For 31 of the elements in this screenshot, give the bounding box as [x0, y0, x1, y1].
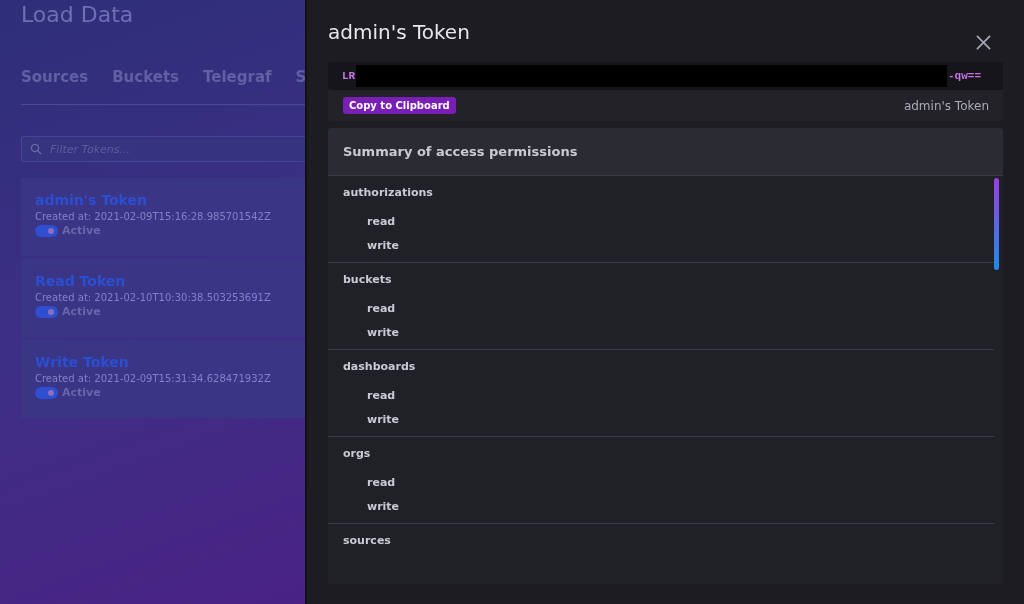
resource-name: authorizations — [343, 186, 434, 201]
created-date: Created at: 2021-02-09T15:16:28.985701542Z — [35, 211, 272, 222]
token-name[interactable]: Write Token — [35, 354, 305, 370]
resource-name: dashboards — [343, 360, 417, 375]
permission-action: write — [366, 238, 401, 254]
toggle-switch[interactable] — [35, 386, 58, 399]
created-date: Created at: 2021-02-10T10:30:38.503253691Z — [35, 292, 272, 303]
permission-action: write — [366, 412, 401, 428]
copy-button[interactable]: Copy to Clipboard — [343, 97, 456, 114]
resource-name: buckets — [343, 273, 393, 288]
resource-name: sources — [343, 534, 392, 549]
toggle-switch[interactable] — [35, 224, 58, 237]
permission-action: read — [366, 475, 397, 491]
toggle-switch[interactable] — [35, 305, 58, 318]
created-date: Created at: 2021-02-09T15:31:34.628471932Z — [35, 373, 272, 384]
token-name[interactable]: Read Token — [35, 273, 305, 289]
token-name[interactable]: admin's Token — [35, 192, 305, 208]
permission-action: read — [366, 214, 397, 230]
close-icon[interactable] — [976, 35, 991, 50]
permission-action: write — [366, 325, 401, 341]
token-text: -qw== — [948, 70, 981, 82]
permission-action: read — [366, 301, 397, 317]
search-icon — [30, 143, 42, 155]
page-title: Load Data — [21, 2, 135, 28]
token-label: admin's Token — [903, 98, 989, 113]
token-text: LR — [342, 70, 356, 82]
permission-action: read — [366, 388, 397, 404]
dialog-title: admin's Token — [328, 20, 470, 44]
permission-action: write — [366, 499, 401, 515]
scrollbar-thumb[interactable] — [994, 178, 999, 270]
resource-name: orgs — [343, 447, 372, 462]
